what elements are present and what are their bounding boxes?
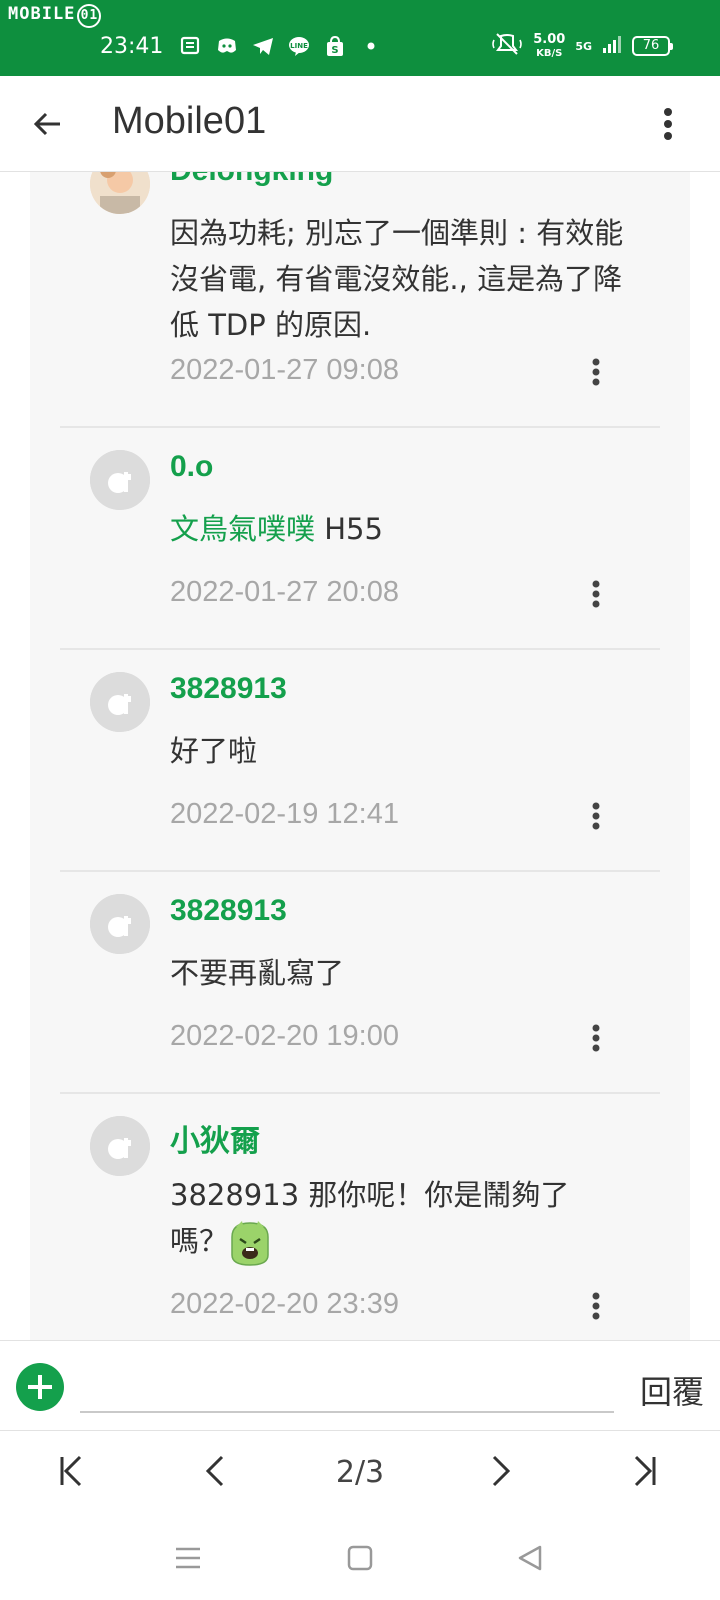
comment-text-line1: 3828913 那你呢！你是鬧夠了: [170, 1178, 570, 1212]
app-title: Mobile01: [112, 100, 267, 142]
discord-icon: [216, 36, 238, 56]
comment-list[interactable]: Delongking 因為功耗; 別忘了一個準則 : 有效能沒省電, 有省電沒效…: [0, 172, 720, 1340]
status-right: 5.00 KB/S 5G 76: [491, 32, 673, 60]
comment-more-icon[interactable]: [588, 356, 604, 388]
status-time: 23:41: [100, 34, 164, 59]
mute-icon: [491, 32, 523, 60]
user-avatar-default[interactable]: [90, 672, 150, 732]
comment-more-icon[interactable]: [588, 1290, 604, 1322]
comment-time: 2022-01-27 20:08: [170, 576, 399, 608]
user-avatar-default[interactable]: [90, 450, 150, 510]
line-icon: LINE: [288, 36, 310, 56]
user-avatar-default[interactable]: [90, 894, 150, 954]
home-icon[interactable]: [342, 1540, 378, 1576]
add-attachment-button[interactable]: [16, 1363, 64, 1411]
shopee-icon: S: [324, 35, 346, 56]
telegram-icon: [252, 36, 274, 56]
speed-value: 5.00: [533, 31, 566, 47]
comment-body: 文鳥氣噗噗 H55: [170, 506, 640, 552]
first-page-icon[interactable]: [52, 1451, 92, 1491]
comment-body: 因為功耗; 別忘了一個準則 : 有效能沒省電, 有省電沒效能., 這是為了降低 …: [170, 216, 624, 342]
network-speed: 5.00 KB/S: [533, 33, 565, 60]
next-page-icon[interactable]: [480, 1451, 520, 1491]
comment-item: Delongking 因為功耗; 別忘了一個準則 : 有效能沒省電, 有省電沒效…: [60, 172, 660, 428]
comment-more-icon[interactable]: [588, 1022, 604, 1054]
network-type: 5G: [575, 39, 592, 53]
system-navigation-bar: [0, 1512, 720, 1600]
previous-page-icon[interactable]: [196, 1451, 236, 1491]
comment-time: 2022-02-20 19:00: [170, 1020, 399, 1052]
back-triangle-icon[interactable]: [512, 1540, 548, 1576]
app-bar: Mobile01: [0, 76, 720, 172]
reply-bar: 回覆: [0, 1340, 720, 1430]
comment-time: 2022-01-27 09:08: [170, 354, 399, 386]
comment-more-icon[interactable]: [588, 800, 604, 832]
comment-author[interactable]: 3828913: [170, 672, 287, 706]
comment-text: H55: [315, 512, 383, 546]
watermark-mark: 01: [77, 4, 102, 28]
comment-text-line2: 嗎？: [170, 1224, 229, 1258]
comment-more-icon[interactable]: [588, 578, 604, 610]
reply-input[interactable]: [80, 1361, 614, 1413]
reply-send-button[interactable]: 回覆: [640, 1367, 704, 1413]
svg-text:S: S: [331, 45, 338, 56]
news-icon: [180, 36, 202, 56]
status-bar: MOBILE 01 23:41 LINE S 5.00 KB/S 5G 76: [0, 0, 720, 76]
watermark-text: MOBILE: [8, 4, 76, 24]
mobile01-watermark: MOBILE 01: [8, 4, 102, 28]
comment-item: 3828913 好了啦 2022-02-19 12:41: [60, 650, 660, 872]
svg-text:LINE: LINE: [290, 42, 308, 50]
comment-body: 好了啦: [170, 734, 258, 768]
signal-icon: [602, 34, 622, 58]
menu-icon[interactable]: [170, 1540, 206, 1576]
comment-body: 不要再亂寫了: [170, 956, 345, 990]
comment-author[interactable]: Delongking: [170, 172, 333, 188]
comment-item: 0.o 文鳥氣噗噗 H55 2022-01-27 20:08: [60, 428, 660, 650]
more-notifications-dot-icon: [360, 36, 382, 56]
comment-time: 2022-02-19 12:41: [170, 798, 399, 830]
user-avatar-default[interactable]: [90, 1116, 150, 1176]
pagination-bar: 2/3: [0, 1430, 720, 1512]
battery-indicator: 76: [632, 36, 673, 56]
comment-item: 3828913 不要再亂寫了 2022-02-20 19:00: [60, 872, 660, 1094]
sick-face-emoji-icon: [228, 1219, 272, 1267]
comment-author[interactable]: 3828913: [170, 894, 287, 928]
comment-time: 2022-02-20 23:39: [170, 1288, 399, 1320]
arrow-left-icon[interactable]: [28, 104, 68, 144]
speed-unit: KB/S: [536, 47, 563, 59]
comment-body: 3828913 那你呢！你是鬧夠了 嗎？: [170, 1172, 640, 1267]
more-vertical-icon[interactable]: [656, 104, 680, 144]
user-avatar[interactable]: [90, 172, 150, 214]
page-indicator: 2/3: [335, 1455, 385, 1490]
notification-icons: LINE S: [180, 35, 382, 56]
comment-author[interactable]: 小狄爾: [170, 1116, 260, 1160]
comment-author[interactable]: 0.o: [170, 450, 213, 484]
comment-item: 小狄爾 3828913 那你呢！你是鬧夠了 嗎？ 2022-02-20 23:3…: [60, 1094, 660, 1340]
user-mention[interactable]: 文鳥氣噗噗: [170, 512, 315, 546]
last-page-icon[interactable]: [624, 1451, 664, 1491]
